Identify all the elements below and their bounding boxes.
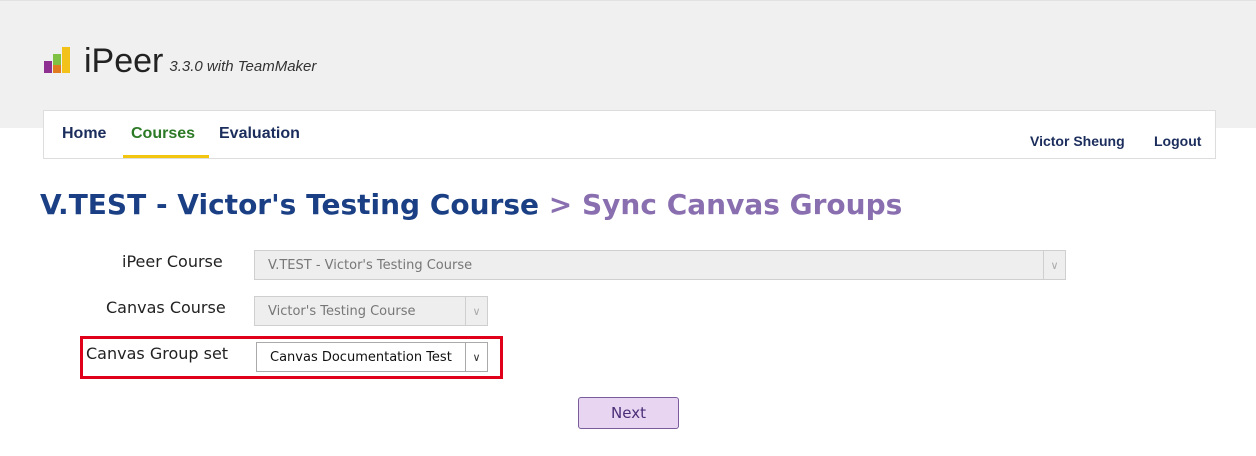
ipeer-course-value: V.TEST - Victor's Testing Course xyxy=(268,257,473,273)
user-name-link[interactable]: Victor Sheung xyxy=(1030,133,1125,149)
main-navbar: Home Courses Evaluation Victor Sheung Lo… xyxy=(43,110,1216,159)
logout-link[interactable]: Logout xyxy=(1154,133,1201,149)
next-button[interactable]: Next xyxy=(578,397,679,429)
chevron-down-icon: ∨ xyxy=(465,297,487,325)
title-separator: > xyxy=(548,188,573,221)
canvas-course-select: Victor's Testing Course ∨ xyxy=(254,296,488,326)
canvas-group-set-value: Canvas Documentation Test xyxy=(270,349,452,365)
canvas-course-value: Victor's Testing Course xyxy=(268,303,416,319)
ipeer-course-label: iPeer Course xyxy=(122,252,223,271)
canvas-course-label: Canvas Course xyxy=(106,298,226,317)
canvas-group-set-select[interactable]: Canvas Documentation Test ∨ xyxy=(256,342,488,372)
ipeer-course-select: V.TEST - Victor's Testing Course ∨ xyxy=(254,250,1066,280)
bar-blocks-logo-icon xyxy=(44,47,72,73)
canvas-group-set-label: Canvas Group set xyxy=(86,344,229,363)
nav-evaluation[interactable]: Evaluation xyxy=(219,125,300,143)
title-course-link[interactable]: V.TEST - Victor's Testing Course xyxy=(40,188,539,221)
app-version: 3.3.0 with TeamMaker xyxy=(169,58,317,75)
nav-courses[interactable]: Courses xyxy=(131,125,195,143)
title-section: Sync Canvas Groups xyxy=(582,188,903,221)
nav-active-underline xyxy=(123,155,209,158)
app-logo[interactable]: iPeer 3.3.0 with TeamMaker xyxy=(44,41,316,81)
chevron-down-icon[interactable]: ∨ xyxy=(465,343,487,371)
nav-home[interactable]: Home xyxy=(62,125,106,143)
header-band: iPeer 3.3.0 with TeamMaker xyxy=(0,0,1256,128)
app-name: iPeer xyxy=(84,42,164,80)
page-title: V.TEST - Victor's Testing Course > Sync … xyxy=(40,188,902,221)
chevron-down-icon: ∨ xyxy=(1043,251,1065,279)
